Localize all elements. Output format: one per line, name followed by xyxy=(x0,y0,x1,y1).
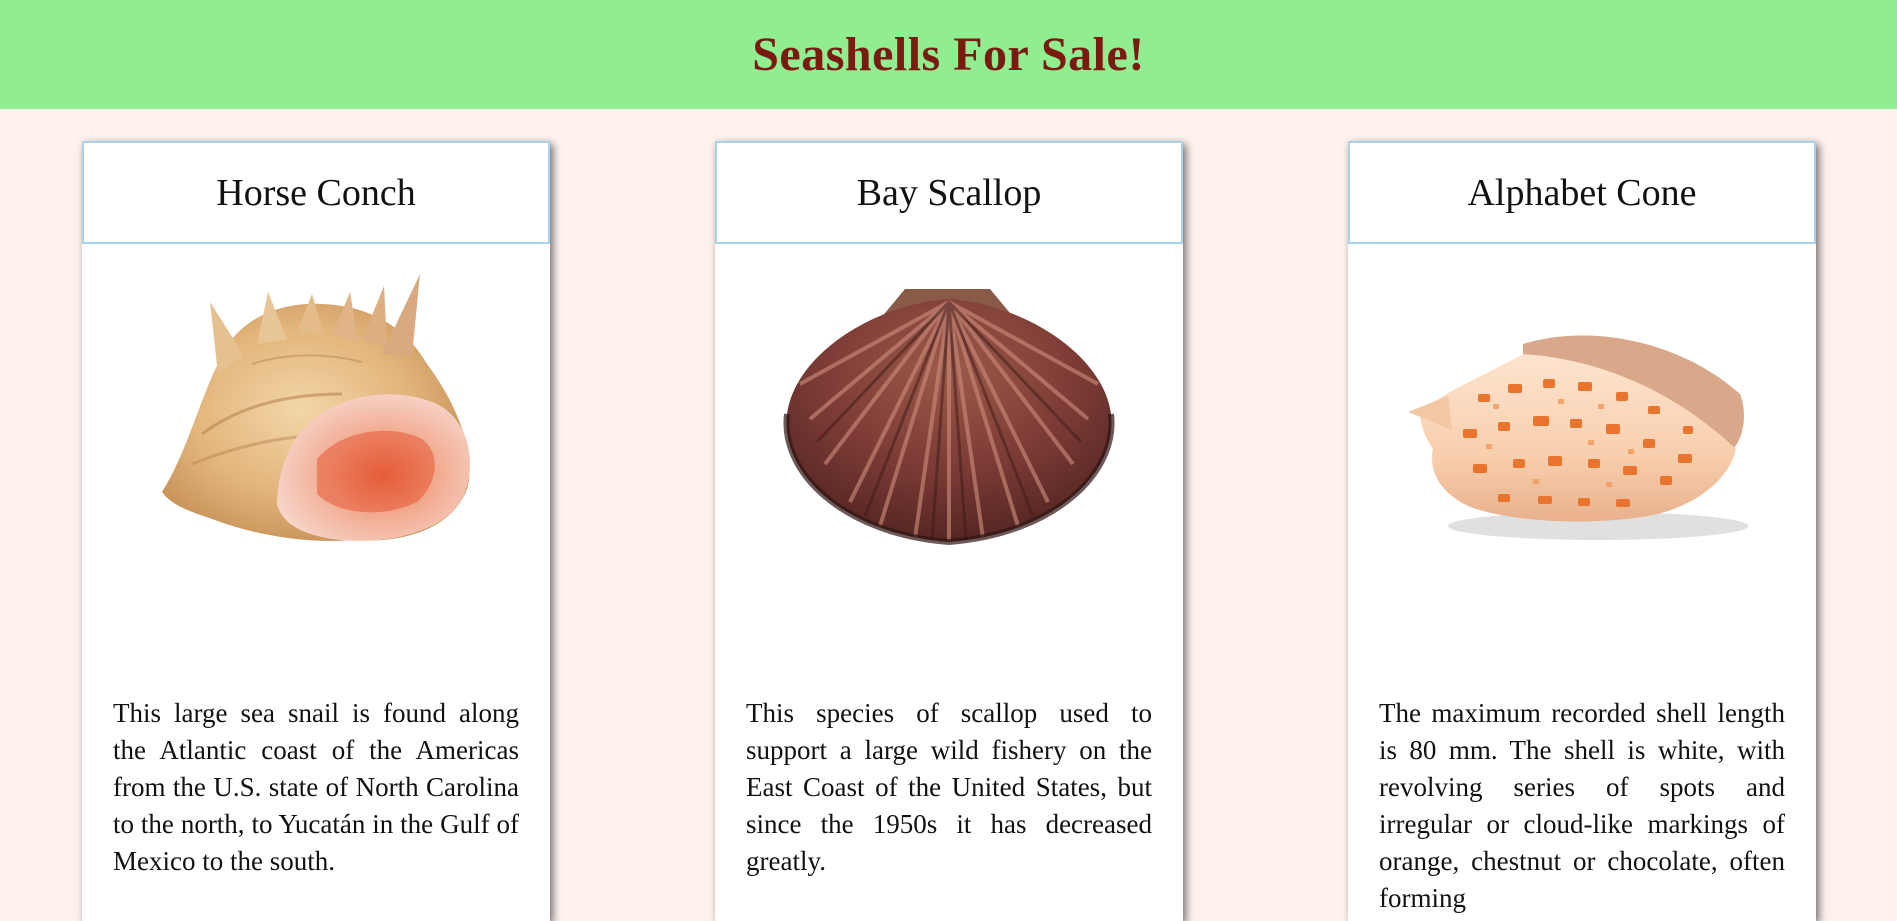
alphabet-cone-shell-icon xyxy=(1348,244,1816,574)
card-title: Bay Scallop xyxy=(715,141,1183,244)
page-title: Seashells For Sale! xyxy=(752,28,1145,81)
product-card-bay-scallop: Bay Scallop This species of scallop used… xyxy=(715,141,1183,921)
card-description: This large sea snail is found along the … xyxy=(113,698,519,876)
page-header: Seashells For Sale! xyxy=(0,0,1897,109)
card-title: Alphabet Cone xyxy=(1348,141,1816,244)
card-title: Horse Conch xyxy=(82,141,550,244)
bay-scallop-shell-icon xyxy=(715,244,1183,574)
product-card-alphabet-cone: Alphabet Cone The maximum recorded shell… xyxy=(1348,141,1816,921)
card-description: The maximum recorded shell length is 80 … xyxy=(1379,698,1785,913)
card-description: This species of scallop used to support … xyxy=(746,698,1152,876)
horse-conch-shell-icon xyxy=(82,244,550,574)
product-card-horse-conch: Horse Conch This large sea snail is foun… xyxy=(82,141,550,921)
